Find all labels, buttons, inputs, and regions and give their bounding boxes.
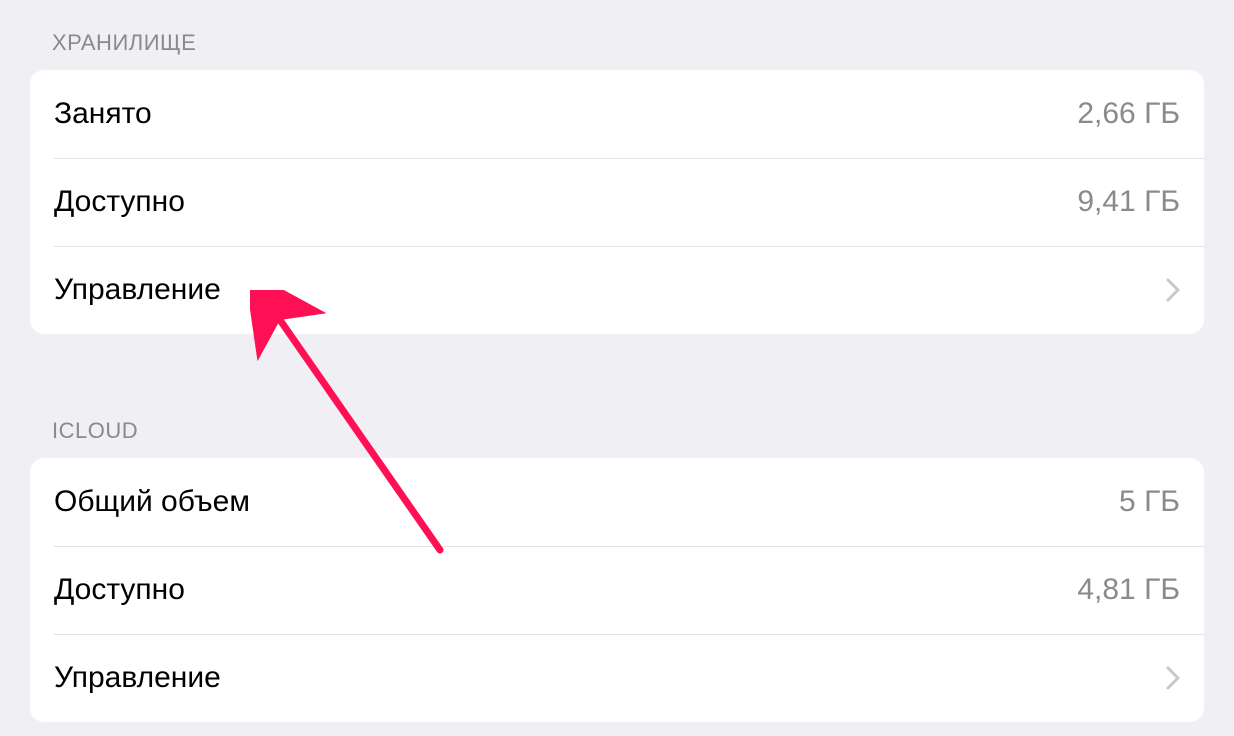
section-spacer bbox=[30, 334, 1204, 388]
storage-group: Занято 2,66 ГБ Доступно 9,41 ГБ Управлен… bbox=[30, 70, 1204, 334]
icloud-available-value: 4,81 ГБ bbox=[1077, 573, 1180, 607]
chevron-right-icon bbox=[1166, 278, 1180, 302]
icloud-available-label: Доступно bbox=[54, 573, 185, 607]
icloud-section-header: iCloud bbox=[30, 388, 1204, 458]
storage-manage-right bbox=[1166, 278, 1180, 302]
icloud-total-value: 5 ГБ bbox=[1119, 485, 1180, 519]
storage-section-header: Хранилище bbox=[30, 0, 1204, 70]
icloud-group: Общий объем 5 ГБ Доступно 4,81 ГБ Управл… bbox=[30, 458, 1204, 722]
storage-used-row: Занято 2,66 ГБ bbox=[30, 70, 1204, 158]
storage-available-row: Доступно 9,41 ГБ bbox=[30, 158, 1204, 246]
icloud-manage-label: Управление bbox=[54, 661, 221, 695]
storage-used-label: Занято bbox=[54, 97, 152, 131]
storage-manage-label: Управление bbox=[54, 273, 221, 307]
storage-available-value: 9,41 ГБ bbox=[1077, 185, 1180, 219]
storage-used-value: 2,66 ГБ bbox=[1077, 97, 1180, 131]
icloud-total-row: Общий объем 5 ГБ bbox=[30, 458, 1204, 546]
icloud-manage-row[interactable]: Управление bbox=[30, 634, 1204, 722]
icloud-available-row: Доступно 4,81 ГБ bbox=[30, 546, 1204, 634]
storage-manage-row[interactable]: Управление bbox=[30, 246, 1204, 334]
storage-available-label: Доступно bbox=[54, 185, 185, 219]
icloud-total-label: Общий объем bbox=[54, 485, 250, 519]
chevron-right-icon bbox=[1166, 666, 1180, 690]
settings-container: Хранилище Занято 2,66 ГБ Доступно 9,41 Г… bbox=[0, 0, 1234, 722]
icloud-manage-right bbox=[1166, 666, 1180, 690]
